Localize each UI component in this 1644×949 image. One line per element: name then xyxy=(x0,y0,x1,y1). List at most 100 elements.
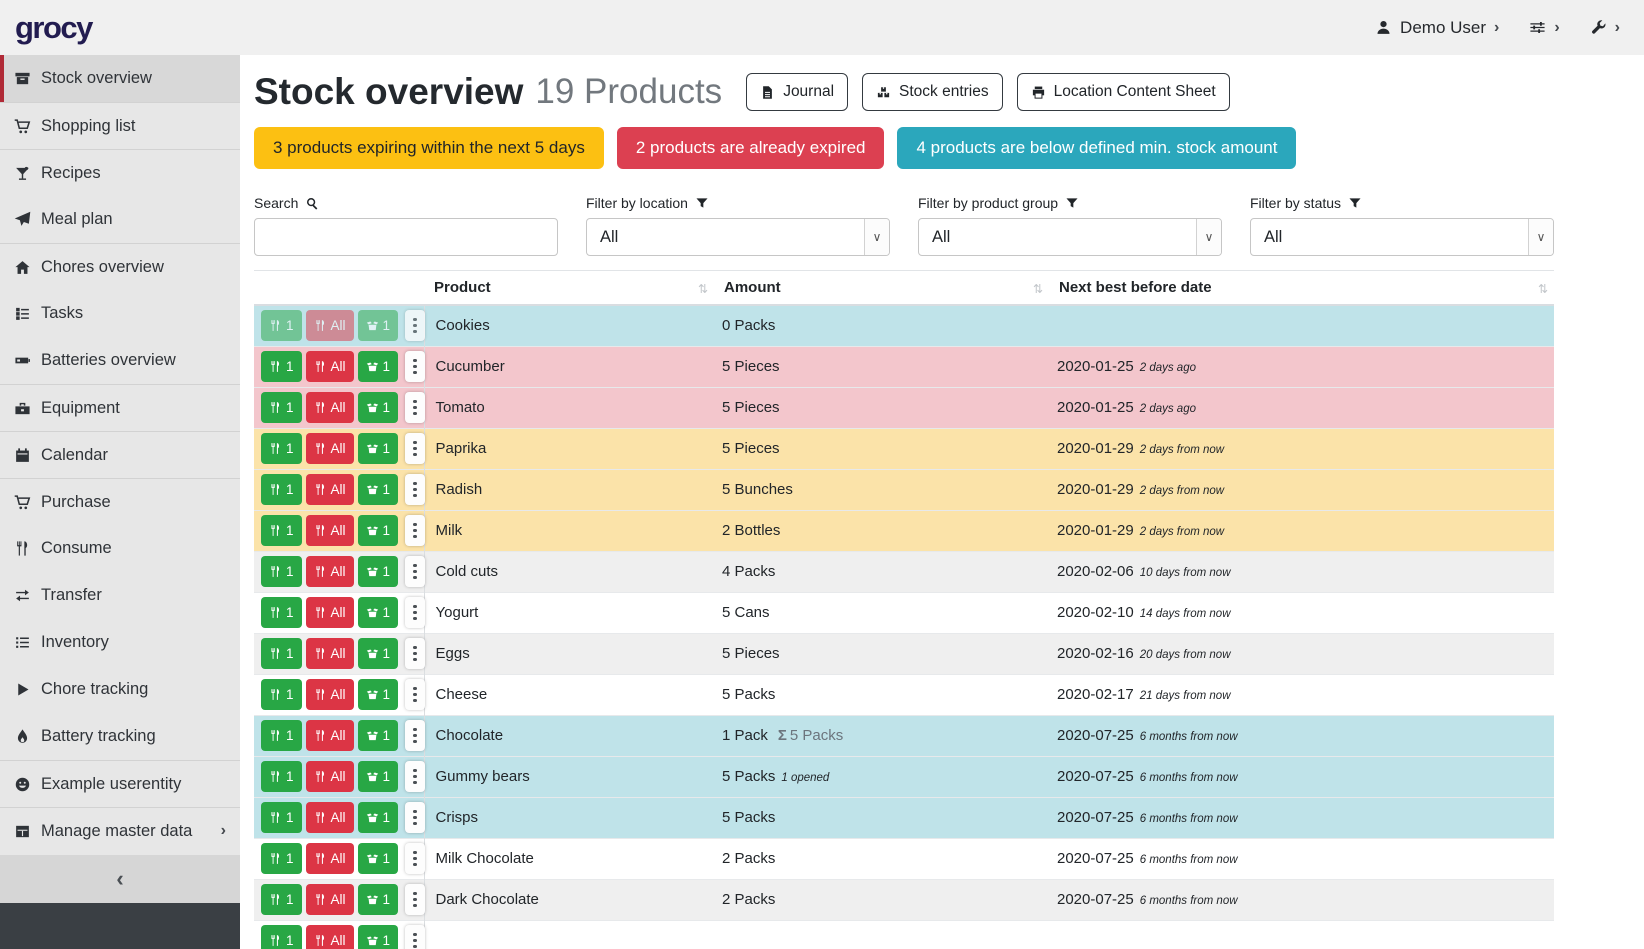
sidebar-item-tasks[interactable]: Tasks xyxy=(0,290,240,337)
consume-all-button[interactable]: All xyxy=(306,433,354,464)
consume-one-button[interactable]: 1 xyxy=(261,761,302,792)
row-menu-button[interactable] xyxy=(405,433,425,464)
consume-one-button[interactable]: 1 xyxy=(261,515,302,546)
consume-one-button[interactable]: 1 xyxy=(261,556,302,587)
search-input[interactable] xyxy=(254,218,558,256)
open-one-button[interactable]: 1 xyxy=(358,884,399,915)
bbd-column-header[interactable]: Next best before date ⇅ xyxy=(1049,271,1554,306)
open-one-button[interactable]: 1 xyxy=(358,679,399,710)
sidebar-item-battery-tracking[interactable]: Battery tracking xyxy=(0,713,240,760)
open-one-button[interactable]: 1 xyxy=(358,925,399,949)
consume-one-button[interactable]: 1 xyxy=(261,843,302,874)
open-one-button[interactable]: 1 xyxy=(358,310,399,341)
consume-all-button[interactable]: All xyxy=(306,720,354,751)
row-menu-button[interactable] xyxy=(405,761,425,792)
row-menu-button[interactable] xyxy=(405,884,425,915)
row-menu-button[interactable] xyxy=(405,392,425,423)
open-one-button[interactable]: 1 xyxy=(358,556,399,587)
consume-one-button[interactable]: 1 xyxy=(261,638,302,669)
consume-one-button[interactable]: 1 xyxy=(261,597,302,628)
sidebar-item-stock-overview[interactable]: Stock overview xyxy=(0,55,240,102)
open-one-button[interactable]: 1 xyxy=(358,392,399,423)
journal-button[interactable]: Journal xyxy=(746,73,848,111)
sidebar-item-inventory[interactable]: Inventory xyxy=(0,619,240,666)
app-logo[interactable]: grocy xyxy=(15,10,92,46)
consume-one-button[interactable]: 1 xyxy=(261,884,302,915)
cocktail-icon xyxy=(14,165,31,182)
consume-all-button[interactable]: All xyxy=(306,761,354,792)
sidebar-item-shopping-list[interactable]: Shopping list xyxy=(0,102,240,149)
row-menu-button[interactable] xyxy=(405,310,425,341)
open-one-button[interactable]: 1 xyxy=(358,515,399,546)
consume-one-button[interactable]: 1 xyxy=(261,392,302,423)
consume-all-button[interactable]: All xyxy=(306,925,354,949)
row-actions: 1All1 xyxy=(254,551,424,592)
sidebar-item-consume[interactable]: Consume xyxy=(0,525,240,572)
filter-by-product-group-select[interactable]: All∨ xyxy=(918,218,1222,256)
open-one-button[interactable]: 1 xyxy=(358,720,399,751)
consume-all-button[interactable]: All xyxy=(306,474,354,505)
consume-one-button[interactable]: 1 xyxy=(261,679,302,710)
open-one-button[interactable]: 1 xyxy=(358,351,399,382)
consume-all-button[interactable]: All xyxy=(306,802,354,833)
consume-all-button[interactable]: All xyxy=(306,638,354,669)
sidebar-item-chores-overview[interactable]: Chores overview xyxy=(0,243,240,290)
consume-all-button[interactable]: All xyxy=(306,884,354,915)
consume-all-button[interactable]: All xyxy=(306,556,354,587)
sidebar-item-calendar[interactable]: Calendar xyxy=(0,431,240,478)
row-menu-button[interactable] xyxy=(405,802,425,833)
sidebar-item-manage-master-data[interactable]: Manage master data› xyxy=(0,807,240,854)
row-menu-button[interactable] xyxy=(405,925,425,949)
sidebar-item-purchase[interactable]: Purchase xyxy=(0,478,240,525)
settings-menu[interactable]: › xyxy=(1529,19,1559,37)
open-one-button[interactable]: 1 xyxy=(358,433,399,464)
location-content-sheet-button[interactable]: Location Content Sheet xyxy=(1017,73,1230,111)
sidebar-item-meal-plan[interactable]: Meal plan xyxy=(0,196,240,243)
consume-all-button[interactable]: All xyxy=(306,351,354,382)
row-menu-button[interactable] xyxy=(405,351,425,382)
sidebar-item-recipes[interactable]: Recipes xyxy=(0,149,240,196)
sidebar-item-example-userentity[interactable]: Example userentity xyxy=(0,760,240,807)
consume-one-button[interactable]: 1 xyxy=(261,925,302,949)
row-menu-button[interactable] xyxy=(405,679,425,710)
sidebar-collapse-button[interactable]: ‹ xyxy=(0,855,240,903)
product-amount: 1 PackΣ5 Packs xyxy=(714,715,1049,756)
consume-all-button[interactable]: All xyxy=(306,392,354,423)
open-one-button[interactable]: 1 xyxy=(358,638,399,669)
row-menu-button[interactable] xyxy=(405,597,425,628)
consume-all-button[interactable]: All xyxy=(306,843,354,874)
consume-one-button[interactable]: 1 xyxy=(261,433,302,464)
sidebar-item-transfer[interactable]: Transfer xyxy=(0,572,240,619)
consume-all-button[interactable]: All xyxy=(306,310,354,341)
consume-one-button[interactable]: 1 xyxy=(261,474,302,505)
filter-by-status-select[interactable]: All∨ xyxy=(1250,218,1554,256)
consume-all-button[interactable]: All xyxy=(306,679,354,710)
admin-menu[interactable]: › xyxy=(1590,19,1620,37)
row-menu-button[interactable] xyxy=(405,474,425,505)
sidebar-item-batteries-overview[interactable]: Batteries overview xyxy=(0,337,240,384)
stock-entries-button[interactable]: Stock entries xyxy=(862,73,1003,111)
product-column-header[interactable]: Product ⇅ xyxy=(424,271,714,306)
user-menu[interactable]: Demo User › xyxy=(1375,18,1499,38)
consume-all-button[interactable]: All xyxy=(306,597,354,628)
row-menu-button[interactable] xyxy=(405,638,425,669)
open-one-button[interactable]: 1 xyxy=(358,761,399,792)
row-menu-button[interactable] xyxy=(405,720,425,751)
open-one-button[interactable]: 1 xyxy=(358,802,399,833)
consume-one-button[interactable]: 1 xyxy=(261,351,302,382)
consume-all-button[interactable]: All xyxy=(306,515,354,546)
sidebar-item-equipment[interactable]: Equipment xyxy=(0,384,240,431)
consume-one-button[interactable]: 1 xyxy=(261,802,302,833)
boxopen-icon xyxy=(366,319,379,332)
consume-one-button[interactable]: 1 xyxy=(261,720,302,751)
open-one-button[interactable]: 1 xyxy=(358,843,399,874)
filter-by-location-select[interactable]: All∨ xyxy=(586,218,890,256)
open-one-button[interactable]: 1 xyxy=(358,597,399,628)
consume-one-button[interactable]: 1 xyxy=(261,310,302,341)
row-menu-button[interactable] xyxy=(405,843,425,874)
sidebar-item-chore-tracking[interactable]: Chore tracking xyxy=(0,666,240,713)
row-menu-button[interactable] xyxy=(405,515,425,546)
amount-column-header[interactable]: Amount ⇅ xyxy=(714,271,1049,306)
open-one-button[interactable]: 1 xyxy=(358,474,399,505)
row-menu-button[interactable] xyxy=(405,556,425,587)
